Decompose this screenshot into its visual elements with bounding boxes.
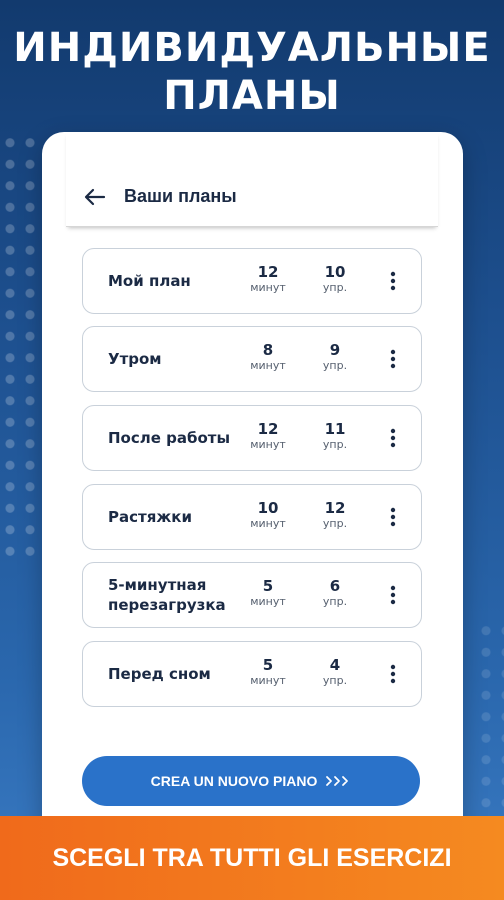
exercises-value: 4: [329, 656, 341, 674]
screen-title: Ваши планы: [124, 186, 237, 206]
exercises-unit: упр.: [322, 595, 348, 608]
plan-card[interactable]: 5-минутная перезагрузка 5 минут 6 упр.: [82, 562, 422, 628]
plan-card[interactable]: Перед сном 5 минут 4 упр.: [82, 641, 422, 707]
exercises-value: 6: [329, 577, 341, 595]
plan-name: Растяжки: [108, 508, 192, 526]
exercises-value: 10: [324, 263, 346, 281]
exercises-value: 11: [324, 420, 346, 438]
more-vertical-icon[interactable]: [387, 585, 399, 605]
app-header: Ваши планы: [66, 132, 438, 227]
plan-minutes: 12 минут: [238, 263, 298, 295]
plan-minutes: 12 минут: [238, 420, 298, 452]
plan-minutes: 5 минут: [238, 656, 298, 688]
exercises-value: 9: [329, 341, 341, 359]
plan-name: 5-минутная перезагрузка: [108, 576, 226, 614]
minutes-unit: минут: [250, 359, 286, 372]
minutes-unit: минут: [250, 281, 286, 294]
plan-minutes: 10 минут: [238, 499, 298, 531]
minutes-unit: минут: [250, 674, 286, 687]
plan-name: Утром: [108, 350, 162, 368]
more-vertical-icon[interactable]: [387, 428, 399, 448]
minutes-value: 12: [257, 263, 279, 281]
plan-card[interactable]: Мой план 12 минут 10 упр.: [82, 248, 422, 314]
minutes-value: 8: [262, 341, 274, 359]
plan-exercises: 12 упр.: [305, 499, 365, 531]
plan-card[interactable]: После работы 12 минут 11 упр.: [82, 405, 422, 471]
minutes-value: 5: [262, 656, 274, 674]
plan-exercises: 11 упр.: [305, 420, 365, 452]
plan-exercises: 10 упр.: [305, 263, 365, 295]
exercises-unit: упр.: [322, 281, 348, 294]
more-vertical-icon[interactable]: [387, 507, 399, 527]
arrow-left-icon[interactable]: [84, 188, 106, 206]
create-new-plan-button[interactable]: CREA UN NUOVO PIANO: [82, 756, 420, 806]
minutes-value: 10: [257, 499, 279, 517]
promo-banner: SCEGLI TRA TUTTI GLI ESERCIZI: [0, 816, 504, 900]
plan-exercises: 9 упр.: [305, 341, 365, 373]
promo-banner-text: SCEGLI TRA TUTTI GLI ESERCIZI: [52, 843, 452, 872]
minutes-value: 12: [257, 420, 279, 438]
triple-chevron-right-icon: [326, 776, 349, 786]
headline-line-2: ПЛАНЫ: [163, 73, 341, 119]
exercises-unit: упр.: [322, 359, 348, 372]
plan-card[interactable]: Утром 8 минут 9 упр.: [82, 326, 422, 392]
plan-minutes: 8 минут: [238, 341, 298, 373]
plan-name: Мой план: [108, 272, 191, 290]
plan-name: Перед сном: [108, 665, 211, 683]
more-vertical-icon[interactable]: [387, 271, 399, 291]
exercises-unit: упр.: [322, 517, 348, 530]
minutes-value: 5: [262, 577, 274, 595]
create-new-plan-label: CREA UN NUOVO PIANO: [150, 773, 318, 789]
headline-line-1: ИНДИВИДУАЛЬНЫЕ: [13, 25, 491, 71]
minutes-unit: минут: [250, 517, 286, 530]
decorative-dots: [0, 132, 44, 562]
exercises-unit: упр.: [322, 674, 348, 687]
more-vertical-icon[interactable]: [387, 664, 399, 684]
minutes-unit: минут: [250, 438, 286, 451]
promo-headline: ИНДИВИДУАЛЬНЫЕ ПЛАНЫ: [0, 24, 504, 120]
exercises-value: 12: [324, 499, 346, 517]
phone-screen-card: Ваши планы Мой план 12 минут 10 упр. Утр…: [42, 132, 463, 852]
more-vertical-icon[interactable]: [387, 349, 399, 369]
plan-name: После работы: [108, 429, 231, 447]
plan-exercises: 6 упр.: [305, 577, 365, 609]
plan-card[interactable]: Растяжки 10 минут 12 упр.: [82, 484, 422, 550]
exercises-unit: упр.: [322, 438, 348, 451]
minutes-unit: минут: [250, 595, 286, 608]
plan-exercises: 4 упр.: [305, 656, 365, 688]
plan-minutes: 5 минут: [238, 577, 298, 609]
decorative-dots-right: [476, 620, 504, 820]
